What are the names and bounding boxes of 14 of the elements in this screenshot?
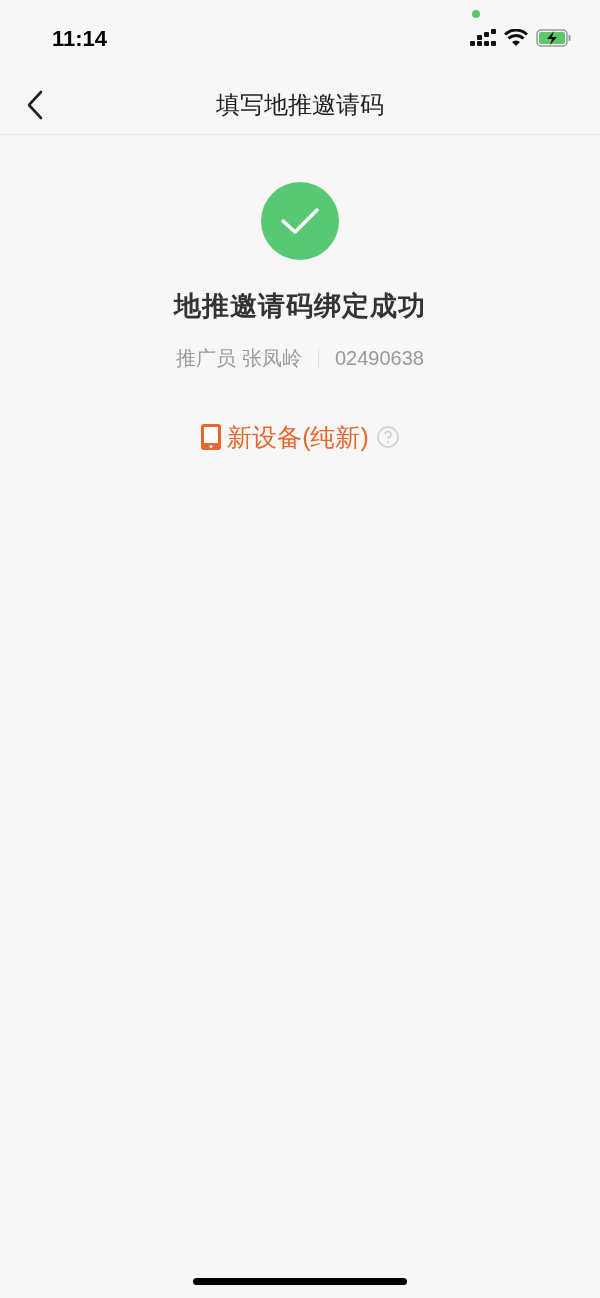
signal-icon [470,29,496,47]
battery-charging-icon [536,29,572,47]
promoter-code: 02490638 [335,345,424,371]
promoter-name: 张凤岭 [242,345,302,371]
status-time: 11:14 [52,24,108,53]
success-title: 地推邀请码绑定成功 [174,290,426,323]
promoter-label: 推广员 [176,345,236,371]
phone-icon [201,424,222,451]
device-type: 新设备(纯新) [227,421,369,453]
success-check-icon [261,182,339,260]
wifi-icon [504,29,528,47]
page-title: 填写地推邀请码 [216,90,384,120]
camera-indicator-icon [472,10,480,18]
back-icon [26,90,44,120]
